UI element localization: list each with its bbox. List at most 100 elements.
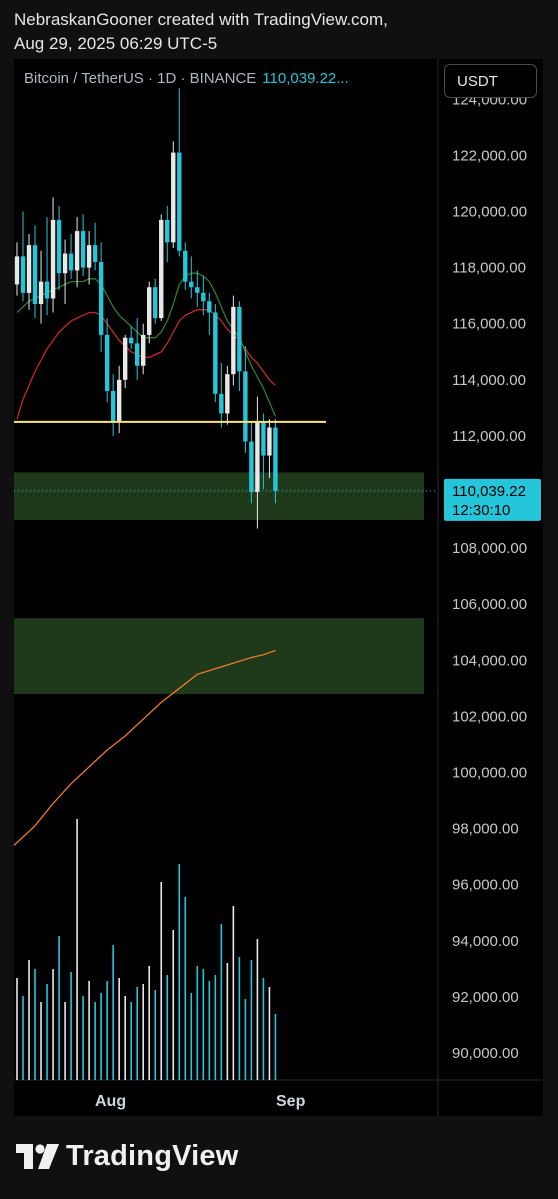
volume-bar	[130, 1002, 132, 1080]
price-tick-label: 92,000.00	[452, 989, 519, 1006]
candle-body	[195, 287, 200, 293]
candle	[147, 281, 152, 344]
candle-body	[128, 337, 134, 344]
candle	[249, 421, 254, 504]
candle-body	[201, 292, 206, 302]
candle	[243, 346, 248, 453]
volume-bar	[70, 972, 72, 1080]
legend-symbol: Bitcoin / TetherUS · 1D · BINANCE	[24, 70, 257, 87]
candle-body	[261, 421, 266, 456]
volume-bar	[46, 984, 48, 1080]
volume-bar	[184, 897, 187, 1080]
candle-body	[189, 281, 194, 288]
moving-average-mid	[16, 309, 276, 420]
candle-body	[104, 334, 110, 392]
volume-bar	[256, 939, 259, 1080]
price-tick-label: 106,000.00	[452, 596, 527, 613]
candle-body	[141, 334, 146, 366]
candle	[171, 141, 176, 248]
volume-bar	[112, 945, 114, 1080]
candle	[116, 365, 122, 434]
price-tick-label: 116,000.00	[452, 316, 526, 333]
candle-body	[231, 306, 236, 375]
candle	[20, 211, 26, 302]
candle	[237, 301, 242, 392]
volume-bar	[58, 936, 60, 1080]
candle	[135, 318, 140, 380]
volume-bar	[100, 993, 102, 1080]
last-price-tag-value: 110,039.22	[452, 483, 526, 500]
tradingview-logo[interactable]: TradingView	[16, 1140, 239, 1173]
price-tick-label: 100,000.00	[452, 765, 527, 782]
volume-bar	[136, 987, 138, 1080]
candle	[219, 362, 224, 428]
volume-bar	[226, 963, 229, 1080]
candle-body	[135, 343, 140, 366]
price-tick-label: 90,000.00	[452, 1045, 519, 1062]
last-price-tag-countdown: 12:30:10	[452, 502, 510, 519]
price-tick-label: 96,000.00	[452, 877, 519, 894]
candle	[207, 292, 212, 335]
volume-bar	[16, 978, 18, 1080]
candle-body	[237, 306, 242, 372]
volume-bar	[94, 1002, 96, 1080]
candle	[32, 225, 38, 319]
volume-bar	[268, 987, 271, 1080]
candle-body	[74, 231, 80, 271]
price-tick-label: 94,000.00	[452, 933, 519, 950]
volume-bar	[160, 882, 163, 1080]
candle-body	[62, 253, 68, 274]
volume-bar	[64, 1002, 66, 1080]
candle	[195, 270, 200, 307]
candle	[26, 233, 32, 310]
time-axis-label: Aug	[95, 1093, 126, 1110]
candle-body	[14, 256, 20, 285]
price-chart[interactable]: 122,000.00 120,000.00 118,000.00 116,000.00…	[0, 0, 558, 1199]
candle	[110, 374, 116, 436]
volume-bar	[232, 906, 235, 1080]
candle	[92, 222, 98, 271]
candle-body	[249, 441, 254, 492]
candle-body	[50, 219, 56, 299]
volume-bar	[196, 966, 199, 1080]
price-tick-label: 108,000.00	[452, 540, 527, 557]
price-tick-label: 104,000.00	[452, 652, 527, 669]
candle	[80, 214, 86, 277]
candle	[189, 256, 194, 299]
candle	[273, 419, 278, 504]
volume-bar	[118, 978, 120, 1080]
candle	[153, 278, 158, 324]
volume-bar	[76, 819, 78, 1080]
candle-body	[273, 427, 278, 491]
time-axis-label: Sep	[276, 1093, 306, 1110]
volume-bar	[40, 1002, 42, 1080]
volume-bar	[274, 1014, 277, 1080]
price-tick-label: 112,000.00	[452, 428, 526, 445]
volume-bar	[124, 996, 126, 1080]
candle-body	[86, 245, 92, 268]
candle	[50, 197, 56, 313]
volume-bar	[88, 981, 90, 1080]
candle-body	[56, 219, 62, 274]
candle	[74, 217, 80, 288]
volume-bar	[106, 981, 108, 1080]
candle-body	[183, 250, 188, 282]
candle	[122, 334, 128, 389]
currency-button[interactable]: USDT	[444, 64, 537, 98]
candle-body	[219, 393, 224, 414]
candle-body	[92, 245, 98, 262]
demand-zone-1	[14, 618, 424, 694]
candle-body	[255, 421, 260, 492]
volume-bar	[148, 966, 151, 1080]
candle-body	[243, 371, 248, 442]
volume-bar	[28, 960, 30, 1080]
candle-body	[213, 312, 218, 394]
candle	[56, 205, 62, 291]
candle-body	[26, 245, 32, 293]
volume-bar	[202, 969, 205, 1080]
candle	[68, 233, 74, 279]
volume-bar	[262, 978, 265, 1080]
candle	[141, 323, 146, 375]
candle-body	[159, 219, 164, 319]
candle-body	[80, 231, 86, 268]
